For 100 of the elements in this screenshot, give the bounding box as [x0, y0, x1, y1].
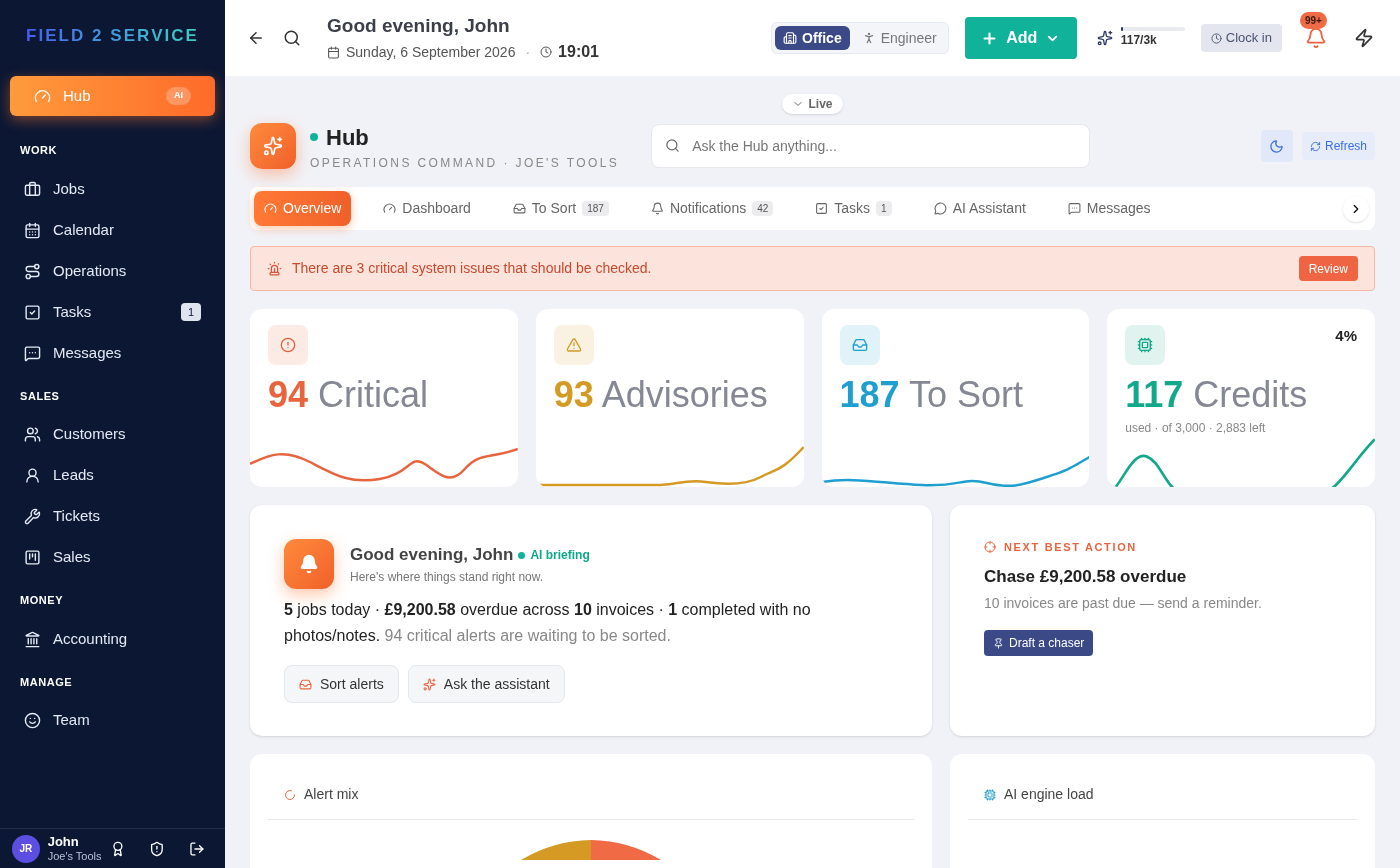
ask-field[interactable]: Ask the Hub anything...: [651, 124, 1091, 168]
pin-icon: [993, 637, 1004, 649]
sidebar-item[interactable]: Operations: [10, 250, 215, 292]
separator: ·: [525, 42, 531, 62]
mode-toggle[interactable]: Office: [775, 26, 850, 50]
time-text: 19:01: [558, 42, 599, 63]
stat-label: Advisories: [601, 374, 768, 415]
briefcase-icon: [24, 180, 41, 198]
ai-badge: AI: [166, 87, 191, 105]
plus-icon: [981, 29, 999, 47]
alert-text: There are 3 critical system issues that should be checked.: [292, 259, 653, 278]
date-text: Sunday, 6 September 2026: [346, 42, 516, 62]
mode-toggle[interactable]: Engineer: [853, 26, 945, 50]
panel-title: Alert mix: [304, 785, 359, 804]
dark-mode-button[interactable]: [1260, 130, 1293, 162]
section-title: MONEY: [19, 593, 65, 608]
stat-value: 93: [553, 374, 594, 415]
checkbox-icon: [24, 303, 41, 321]
credits-text: 117/3k: [1120, 32, 1158, 49]
sidebar-item[interactable]: Messages: [10, 332, 215, 374]
sidebar-item[interactable]: Calendar: [10, 209, 215, 251]
chat-bubble-icon: [933, 202, 947, 215]
logout-icon[interactable]: [189, 840, 205, 857]
sidebar-item[interactable]: Team: [10, 700, 215, 741]
company-name: Joe's Tools: [47, 849, 102, 864]
refresh-button[interactable]: Refresh: [1301, 132, 1375, 160]
shield-icon[interactable]: [149, 840, 166, 857]
action-title: Chase £9,200.58 overdue: [984, 565, 1188, 588]
count-badge: 1: [876, 201, 892, 216]
calendar-icon: [24, 221, 41, 239]
stat-label: To Sort: [908, 374, 1023, 415]
briefing-subtitle: Here's where things stand right now.: [350, 568, 545, 586]
gauge-icon: [383, 202, 397, 215]
checkbox-icon: [815, 202, 829, 215]
gauge-icon: [34, 87, 51, 105]
calendar-icon: [327, 45, 340, 59]
live-toggle[interactable]: Live: [782, 94, 843, 114]
sidebar-item[interactable]: Leads: [10, 455, 215, 496]
chip-icon: [984, 788, 996, 801]
sparkle-icon: [422, 677, 436, 691]
section-title: SALES: [19, 388, 61, 404]
sidebar-item[interactable]: Jobs: [10, 168, 215, 210]
section-title: WORK: [19, 143, 59, 158]
smiley-icon: [24, 712, 41, 729]
sidebar-item[interactable]: Tasks 1: [10, 291, 215, 333]
count-badge: 187: [582, 201, 609, 216]
stat-value: 187: [839, 374, 900, 415]
hub-logo-icon: [250, 123, 296, 169]
stat-label: Critical: [318, 374, 429, 415]
ai-briefing-tag: AI briefing: [530, 546, 590, 564]
bank-icon: [24, 630, 41, 648]
bell-icon[interactable]: [1305, 27, 1327, 49]
user-name: John: [47, 833, 80, 850]
ask-assistant-button[interactable]: Ask the assistant: [407, 665, 565, 703]
ring-icon: [284, 788, 296, 801]
tab[interactable]: Tasks 1: [805, 191, 902, 226]
users-icon: [24, 426, 41, 443]
tab[interactable]: Messages: [1057, 191, 1161, 226]
inbox-icon: [512, 202, 526, 215]
clock-icon: [1210, 32, 1222, 44]
draft-chaser-button[interactable]: Draft a chaser: [984, 630, 1094, 656]
greeting: Good evening, John: [327, 13, 511, 38]
sidebar-item[interactable]: Accounting: [10, 618, 215, 660]
bell-icon: [650, 202, 664, 215]
building-icon: [783, 31, 797, 45]
back-icon[interactable]: [247, 29, 265, 47]
tab[interactable]: Notifications 42: [640, 191, 784, 226]
count-badge: 42: [752, 201, 774, 216]
refresh-icon: [1309, 140, 1321, 152]
sparkle-icon: [1096, 30, 1113, 46]
bell-icon: [284, 539, 334, 589]
count-badge: 1: [180, 302, 201, 322]
section-label: NEXT BEST ACTION: [1004, 540, 1137, 555]
tools-icon: [24, 508, 41, 525]
briefing-title: Good evening, John: [350, 544, 514, 567]
tab[interactable]: AI Assistant: [923, 191, 1036, 226]
clock-in-button[interactable]: Clock in: [1200, 24, 1282, 52]
user-icon: [24, 467, 41, 484]
sidebar-item[interactable]: Customers: [10, 414, 215, 455]
sidebar-item[interactable]: Sales: [10, 537, 215, 578]
hub-title: Hub: [326, 123, 369, 152]
search-icon: [665, 138, 681, 153]
stat-label: Credits: [1193, 374, 1308, 415]
search-icon[interactable]: [283, 29, 301, 47]
tab[interactable]: Dashboard: [373, 191, 481, 226]
siren-icon: [267, 261, 282, 276]
panel-title: AI engine load: [1004, 785, 1094, 804]
hub-subtitle: OPERATIONS COMMAND · JOE'S TOOLS: [310, 154, 620, 172]
clock-icon: [540, 46, 553, 59]
stat-note: used · of 3,000 · 2,883 left: [1124, 420, 1267, 437]
route-icon: [24, 262, 41, 280]
sidebar-item[interactable]: Tickets: [10, 496, 215, 537]
sort-alerts-button[interactable]: Sort alerts: [284, 665, 399, 703]
tab[interactable]: To Sort 187: [502, 191, 619, 226]
target-icon: [984, 541, 996, 554]
lightning-icon[interactable]: [1354, 28, 1374, 48]
stat-value: 117: [1125, 374, 1184, 415]
moon-icon: [1269, 138, 1285, 154]
action-description: 10 invoices are past due — send a reminder.: [984, 594, 1263, 613]
chat-icon: [24, 344, 41, 362]
